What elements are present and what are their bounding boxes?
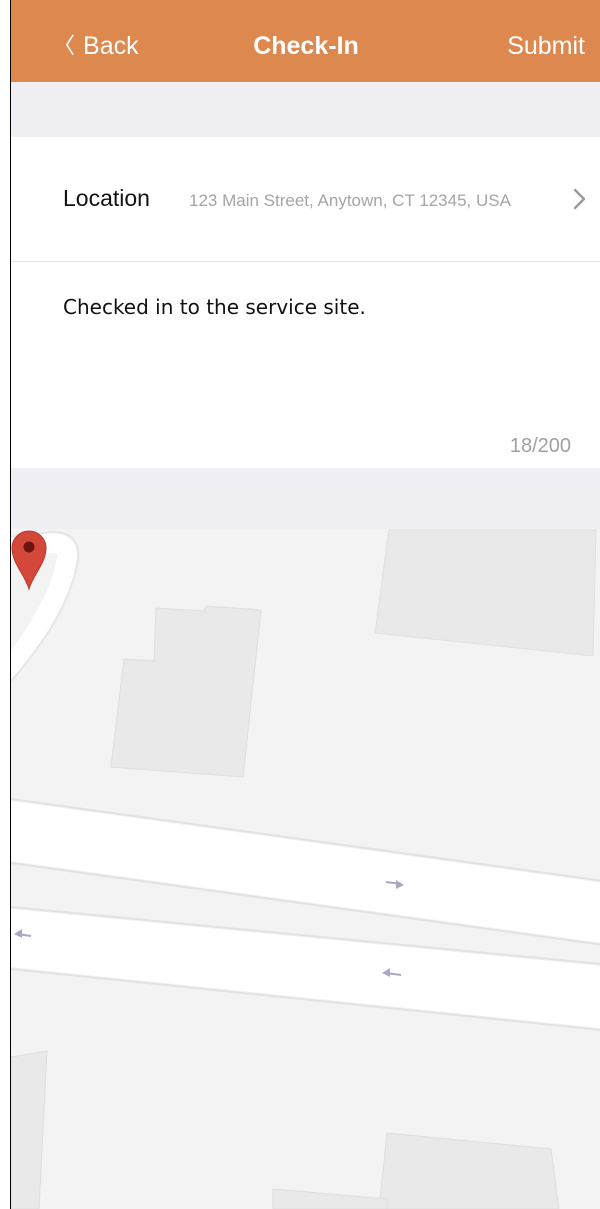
map-building	[272, 1188, 388, 1209]
location-label: Location	[63, 185, 150, 211]
submit-button[interactable]: Submit	[507, 28, 585, 64]
map-pin-icon[interactable]	[11, 529, 47, 591]
map-building	[11, 1050, 48, 1209]
map-building	[378, 1132, 560, 1209]
character-counter: 18/200	[509, 435, 571, 457]
app-screen: 〈 Back Check-In Submit Location 123 Main …	[10, 0, 600, 1209]
location-value: 123 Main Street, Anytown, CT 12345, USA	[189, 191, 511, 210]
map-canvas	[11, 529, 600, 1209]
map-building	[110, 605, 262, 778]
navigation-bar: 〈 Back Check-In Submit	[11, 0, 600, 82]
check-in-form: Location 123 Main Street, Anytown, CT 12…	[11, 137, 600, 468]
map-view[interactable]	[11, 529, 600, 1209]
chevron-right-icon	[573, 188, 586, 210]
map-building	[374, 529, 597, 657]
note-textarea[interactable]: Checked in to the service site.	[63, 295, 573, 319]
divider	[11, 261, 600, 262]
location-row[interactable]: Location 123 Main Street, Anytown, CT 12…	[11, 137, 600, 261]
